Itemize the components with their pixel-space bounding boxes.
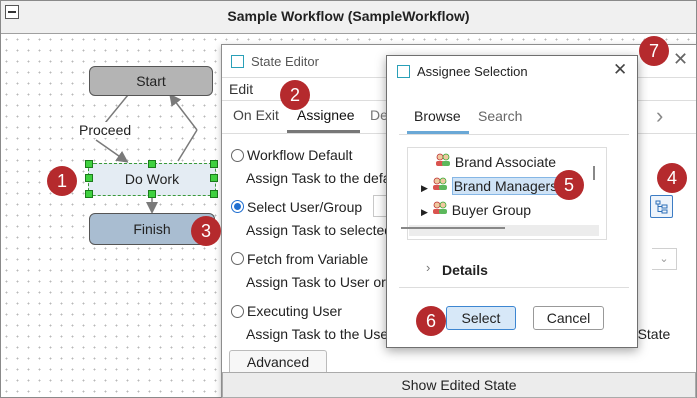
tree-item-brand-associate[interactable]: Brand Associate (435, 153, 556, 177)
details-toggle[interactable]: Details (442, 262, 488, 278)
menu-edit[interactable]: Edit (229, 81, 253, 97)
radio-executing-user[interactable] (231, 305, 244, 318)
transition-line (169, 93, 198, 131)
state-editor-title: State Editor (251, 54, 319, 69)
tree-item-label: Brand Associate (454, 154, 557, 170)
callout-badge: 2 (280, 80, 310, 110)
tree-item-buyer-group[interactable]: ▶ Buyer Group (421, 201, 531, 225)
callout-badge: 6 (416, 306, 446, 336)
selection-handle[interactable] (210, 190, 218, 198)
transition-label[interactable]: Proceed (77, 122, 134, 138)
radio-select-user-group[interactable] (231, 200, 244, 213)
tree-picker-icon (655, 200, 668, 214)
radio-workflow-default[interactable] (231, 149, 244, 162)
tree-item-brand-managers[interactable]: ▶ Brand Managers (421, 177, 560, 201)
callout-badge: 5 (554, 170, 584, 200)
option-description: Assign Task to the User (246, 326, 393, 342)
chevron-right-icon[interactable]: › (656, 103, 663, 129)
close-icon[interactable]: ✕ (613, 60, 627, 80)
vertical-scrollbar-thumb[interactable] (593, 166, 595, 180)
tree-picker-icon[interactable] (650, 195, 673, 218)
tab-browse[interactable]: Browse (414, 108, 461, 124)
option-label: Workflow Default (247, 147, 353, 163)
tab-on-exit[interactable]: On Exit (233, 107, 279, 123)
selection-handle[interactable] (85, 160, 93, 168)
horizontal-scrollbar-thumb[interactable] (401, 227, 505, 229)
selection-handle[interactable] (148, 160, 156, 168)
option-label: Executing User (247, 303, 342, 319)
assignee-selection-dialog: Assignee Selection ✕ Browse Search Brand… (386, 55, 638, 348)
option-description: Assign Task to User or G (246, 274, 401, 290)
group-icon (432, 201, 447, 214)
option-label: Select User/Group (247, 199, 363, 215)
tab-search[interactable]: Search (478, 108, 522, 124)
transition-line (95, 139, 129, 163)
divider (399, 134, 629, 135)
close-icon[interactable]: ✕ (673, 49, 688, 70)
cancel-button[interactable]: Cancel (533, 306, 604, 330)
selection-handle[interactable] (210, 174, 218, 182)
group-icon (436, 153, 450, 166)
select-button[interactable]: Select (446, 306, 516, 330)
chevron-right-icon[interactable]: › (426, 260, 430, 275)
radio-fetch-from-variable[interactable] (231, 252, 244, 265)
option-description: Assign Task to selected (246, 222, 393, 238)
option-label: Fetch from Variable (247, 251, 369, 267)
tree-item-label: Brand Managers (451, 177, 560, 195)
tab-assignee[interactable]: Assignee (297, 107, 355, 123)
callout-badge: 3 (191, 216, 221, 246)
option-description: Assign Task to the defa (246, 170, 391, 186)
expand-arrow-icon[interactable]: ▶ (421, 183, 428, 193)
selection-handle[interactable] (148, 190, 156, 198)
window-icon (231, 55, 244, 68)
advanced-button[interactable]: Advanced (229, 350, 327, 373)
callout-badge: 1 (47, 166, 77, 196)
expand-arrow-icon[interactable]: ▶ (421, 207, 428, 217)
callout-badge: 4 (657, 163, 687, 193)
divider (399, 287, 629, 288)
group-icon (432, 177, 447, 190)
vertical-scrollbar[interactable] (592, 147, 601, 222)
window-icon (397, 65, 410, 78)
selection-handle[interactable] (210, 160, 218, 168)
assignee-dialog-title: Assignee Selection (417, 64, 528, 79)
callout-badge: 7 (639, 36, 669, 66)
tree-item-label: Buyer Group (451, 202, 532, 218)
chevron-down-icon[interactable]: ⌄ (652, 248, 677, 270)
transition-line (177, 129, 198, 162)
selection-handle[interactable] (85, 174, 93, 182)
selection-handle[interactable] (85, 190, 93, 198)
show-edited-state-button[interactable]: Show Edited State (222, 372, 696, 398)
state-node-start[interactable]: Start (89, 66, 213, 96)
